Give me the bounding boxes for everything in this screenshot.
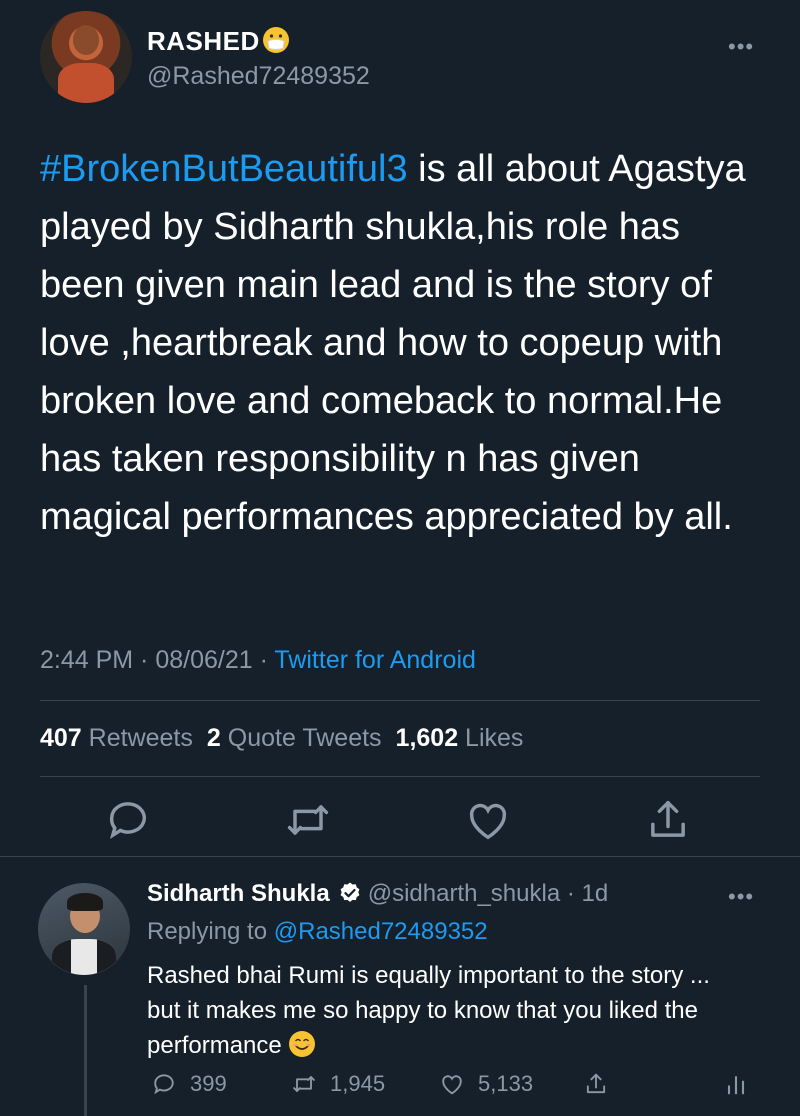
reply-age[interactable]: 1d [582, 880, 609, 907]
reply-replies-button[interactable]: 399 [150, 1070, 227, 1098]
analytics-icon [727, 1075, 745, 1095]
divider [40, 776, 760, 777]
like-icon [442, 1075, 462, 1095]
tweet-body-text: is all about Agastya played by Sidharth … [40, 148, 746, 538]
reply-icon [154, 1074, 174, 1095]
reply-header: Sidharth Shukla @sidharth_shukla · 1d [147, 880, 609, 907]
verified-badge-icon [340, 882, 360, 902]
analytics-button[interactable] [722, 1070, 762, 1098]
retweet-button[interactable] [282, 794, 334, 846]
reply-more-options-icon[interactable]: ••• [728, 884, 754, 910]
tweet-source[interactable]: Twitter for Android [274, 646, 475, 674]
like-button[interactable] [462, 794, 514, 846]
likes-stat[interactable]: 1,602 Likes [396, 724, 524, 752]
hashtag-link[interactable]: #BrokenButBeautiful3 [40, 148, 408, 190]
replying-to-mention[interactable]: @Rashed72489352 [274, 918, 488, 945]
tweet-meta: 2:44 PM · 08/06/21 · Twitter for Android [40, 646, 476, 674]
retweet-icon [287, 805, 329, 835]
tweet-time[interactable]: 2:44 PM [40, 646, 133, 674]
divider [40, 700, 760, 701]
share-icon [651, 800, 685, 837]
more-options-icon[interactable]: ••• [728, 34, 754, 60]
divider [0, 856, 800, 857]
like-icon [469, 803, 507, 840]
tweet-text: #BrokenButBeautiful3 is all about Agasty… [40, 140, 760, 546]
reply-likes-button[interactable]: 5,133 [438, 1070, 533, 1098]
author-avatar[interactable] [40, 11, 132, 103]
retweet-icon [293, 1076, 315, 1092]
mask-face-emoji-icon [262, 27, 289, 53]
retweets-stat[interactable]: 407 Retweets [40, 724, 193, 752]
reply-share-button[interactable] [582, 1070, 622, 1098]
thread-line [84, 985, 87, 1116]
reply-button[interactable] [102, 794, 154, 846]
reply-author-handle[interactable]: @sidharth_shukla [368, 880, 560, 907]
replying-to: Replying to @Rashed72489352 [147, 918, 488, 945]
smiling-face-emoji-icon [288, 1031, 315, 1057]
author-handle[interactable]: @Rashed72489352 [147, 62, 370, 91]
quote-tweets-stat[interactable]: 2 Quote Tweets [207, 724, 382, 752]
reply-icon [109, 802, 146, 840]
reply-author-name[interactable]: Sidharth Shukla [147, 880, 330, 907]
reply-retweets-button[interactable]: 1,945 [290, 1070, 385, 1098]
share-icon [586, 1073, 606, 1094]
share-button[interactable] [642, 794, 694, 846]
tweet-date[interactable]: 08/06/21 [155, 646, 252, 674]
tweet-stats: 407 Retweets 2 Quote Tweets 1,602 Likes [40, 724, 523, 753]
reply-author-avatar[interactable] [38, 883, 130, 975]
author-name[interactable]: RASHED [147, 26, 290, 57]
reply-text: Rashed bhai Rumi is equally important to… [147, 962, 710, 1059]
